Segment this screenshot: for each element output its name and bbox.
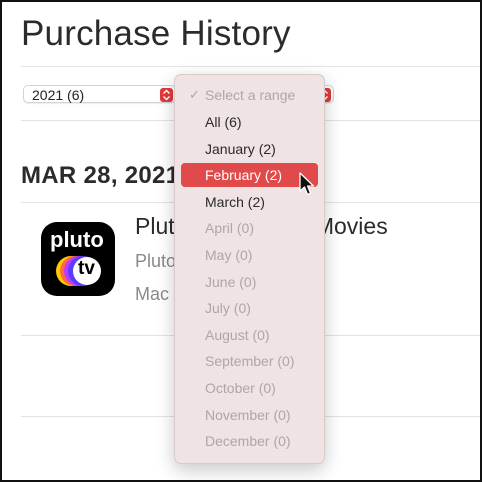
purchase-date-heading: MAR 28, 2021	[21, 162, 180, 189]
menu-item-all[interactable]: All (6)	[181, 110, 318, 134]
menu-item-december: December (0)	[205, 433, 291, 450]
range-dropdown-menu: ✓ Select a range All (6) January (2) Febru…	[174, 74, 325, 464]
menu-item-august: August (0)	[205, 326, 270, 343]
menu-item-february[interactable]: February (2)	[181, 163, 318, 188]
pluto-tv-app-icon[interactable]: pluto tv	[41, 222, 115, 296]
menu-item-april: April (0)	[205, 220, 255, 237]
icon-wordmark-top: pluto	[50, 227, 104, 252]
menu-item-march[interactable]: March (2)	[181, 190, 318, 214]
mouse-pointer-icon	[299, 172, 315, 196]
menu-item-october: October (0)	[205, 380, 276, 396]
icon-wordmark-bottom: tv	[78, 258, 95, 279]
app-platform: Mac	[135, 284, 170, 304]
menu-item-july: July (0)	[205, 300, 251, 317]
page-title: Purchase History	[21, 14, 291, 53]
menu-item-january[interactable]: January (2)	[181, 137, 318, 161]
year-select-value: 2021 (6)	[32, 87, 85, 103]
menu-item-june: June (0)	[205, 273, 257, 290]
menu-item-november: November (0)	[205, 406, 291, 423]
year-select[interactable]: 2021 (6)	[23, 85, 176, 103]
title-divider	[21, 66, 480, 67]
menu-header-select-range: ✓ Select a range	[181, 83, 318, 107]
year-select-stepper-icon	[160, 88, 173, 102]
window: Purchase History 2021 (6) MAR 28, 2021 p…	[0, 0, 482, 482]
menu-item-may: May (0)	[205, 247, 253, 263]
checkmark-icon: ✓	[189, 87, 200, 102]
menu-item-september: September (0)	[205, 353, 295, 370]
